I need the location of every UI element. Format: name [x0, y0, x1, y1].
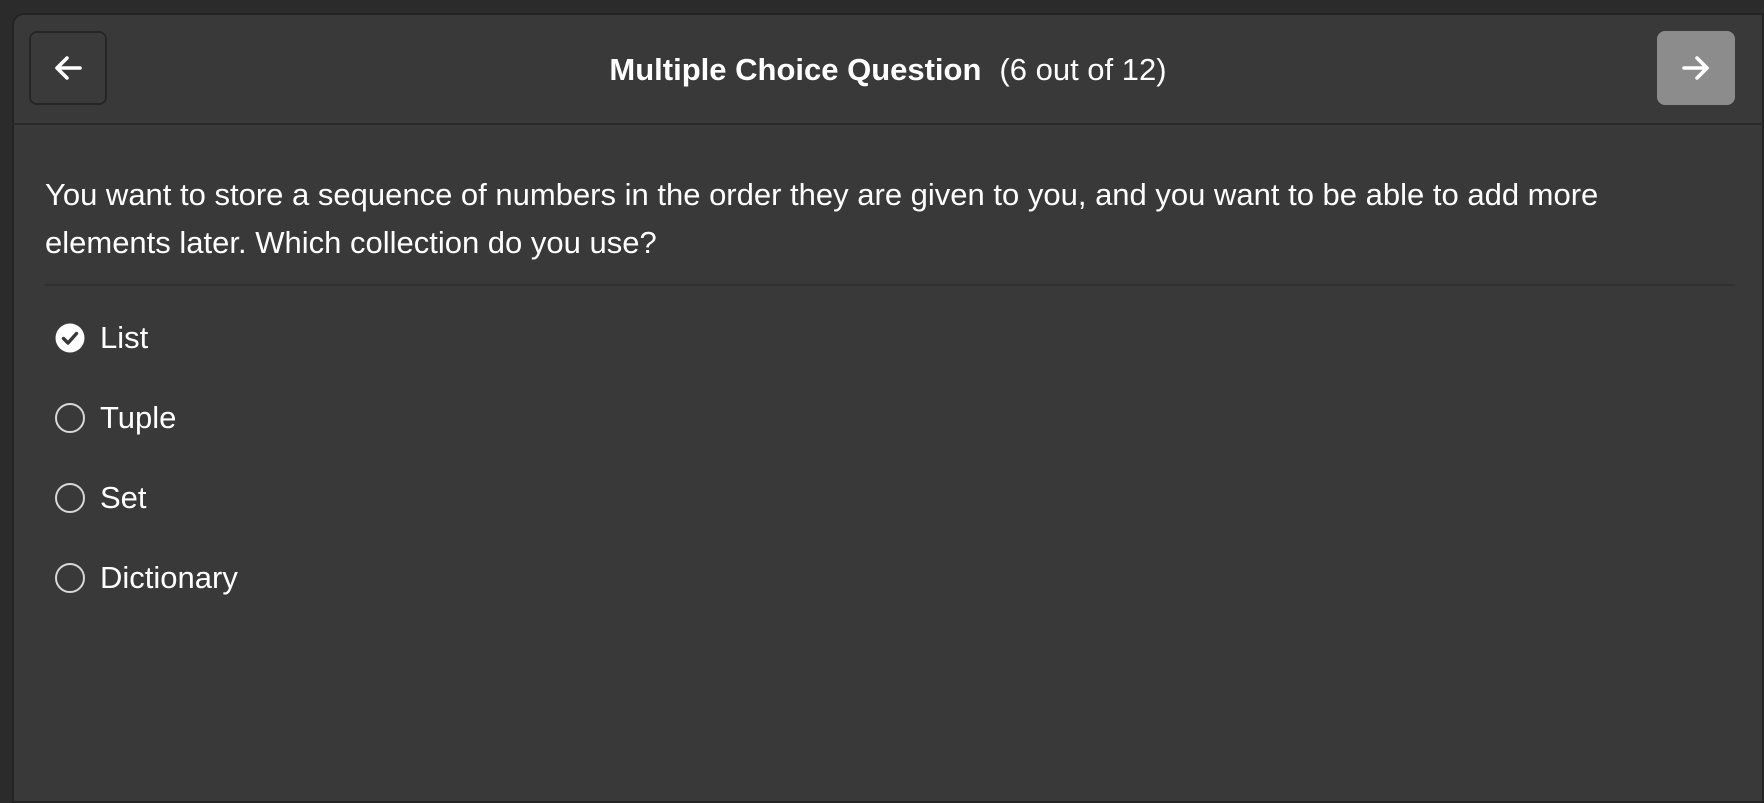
page-title: Multiple Choice Question	[609, 52, 982, 87]
question-progress: (6 out of 12)	[999, 52, 1167, 87]
radio-unchecked-icon[interactable]	[54, 482, 86, 514]
question-text: You want to store a sequence of numbers …	[45, 177, 1599, 260]
option-label: Dictionary	[100, 560, 238, 595]
radio-unchecked-icon[interactable]	[54, 562, 86, 594]
option-dictionary[interactable]: Dictionary	[54, 557, 238, 637]
option-label: Tuple	[100, 400, 177, 435]
divider	[45, 284, 1735, 286]
next-button[interactable]	[1657, 31, 1735, 105]
option-set[interactable]: Set	[54, 477, 238, 557]
radio-checked-icon[interactable]	[54, 322, 86, 354]
question-panel: Multiple Choice Question (6 out of 12) Y…	[12, 13, 1764, 803]
answer-options: List Tuple Set Dictionary	[54, 317, 238, 637]
option-tuple[interactable]: Tuple	[54, 397, 238, 477]
option-label: List	[100, 320, 149, 355]
arrow-right-icon	[1681, 54, 1711, 82]
question-header: Multiple Choice Question (6 out of 12)	[14, 15, 1762, 125]
header-title-row: Multiple Choice Question (6 out of 12)	[14, 15, 1762, 125]
arrow-left-icon	[53, 54, 83, 82]
previous-button[interactable]	[29, 31, 107, 105]
option-label: Set	[100, 480, 147, 515]
radio-unchecked-icon[interactable]	[54, 402, 86, 434]
option-list[interactable]: List	[54, 317, 238, 397]
